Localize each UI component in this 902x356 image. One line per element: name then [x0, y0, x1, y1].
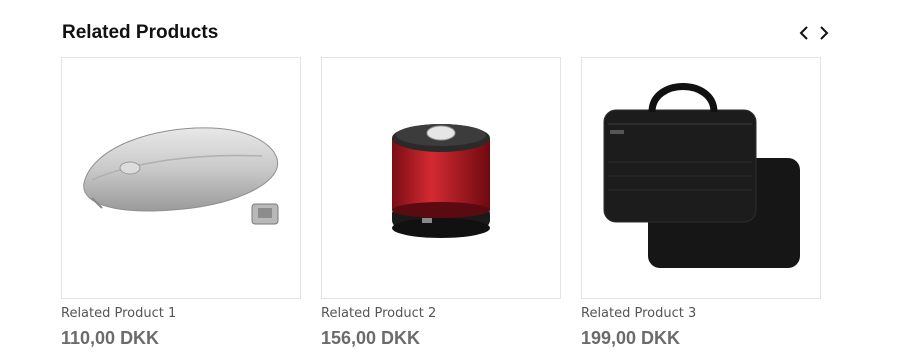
- product-name[interactable]: Related Product 3: [581, 306, 821, 322]
- carousel-nav: [797, 24, 831, 42]
- wireless-mouse-image: [83, 127, 279, 225]
- next-button[interactable]: [817, 24, 831, 42]
- product-price: 110,00 DKK: [61, 328, 160, 348]
- product-card[interactable]: Related Product 3 199,00 DKK: [581, 57, 821, 349]
- chevron-left-icon: [799, 26, 808, 40]
- prev-button[interactable]: [797, 24, 811, 42]
- chevron-right-icon: [820, 26, 829, 40]
- product-price: 156,00 DKK: [321, 328, 421, 348]
- product-name[interactable]: Related Product 1: [61, 306, 301, 322]
- product-image[interactable]: [581, 57, 821, 299]
- product-name[interactable]: Related Product 2: [321, 306, 561, 322]
- black-laptop-sleeve-image: [603, 83, 800, 268]
- product-image[interactable]: [321, 57, 561, 299]
- product-card[interactable]: Related Product 1 110,00 DKK: [61, 57, 301, 349]
- red-bluetooth-speaker-image: [392, 124, 490, 238]
- section-title: Related Products: [62, 22, 219, 43]
- product-price: 199,00 DKK: [581, 328, 681, 348]
- product-card[interactable]: Related Product 2 156,00 DKK: [321, 57, 561, 349]
- product-image[interactable]: [61, 57, 301, 299]
